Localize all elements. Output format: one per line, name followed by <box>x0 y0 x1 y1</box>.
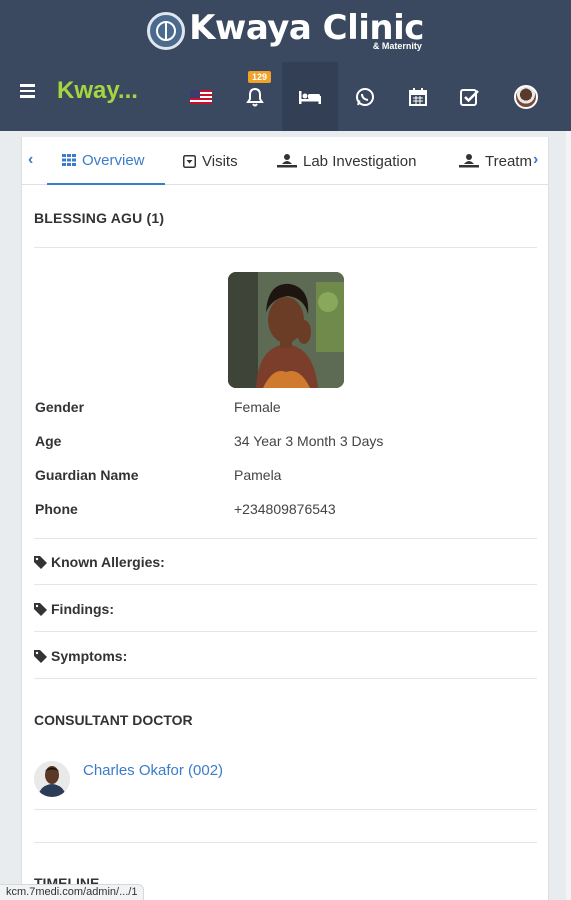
tag-icon <box>34 555 47 569</box>
link-status-bar: kcm.7medi.com/admin/.../1 <box>0 884 145 900</box>
findings-section: Findings: <box>34 601 114 617</box>
divider <box>34 842 537 843</box>
age-value: 34 Year 3 Month 3 Days <box>234 433 384 449</box>
logo-title: Kwaya Clinic <box>189 8 424 48</box>
tab-visits-label: Visits <box>202 152 238 170</box>
hamburger-icon[interactable] <box>20 84 35 98</box>
tab-lab-investigation-label: Lab Investigation <box>303 152 417 170</box>
tag-icon <box>34 649 47 663</box>
symptoms-section: Symptoms: <box>34 648 127 664</box>
calendar-icon <box>409 87 427 106</box>
bell-icon <box>246 87 264 106</box>
age-label: Age <box>35 433 62 449</box>
tag-icon <box>34 602 47 616</box>
logo-subtitle: & Maternity <box>372 41 422 51</box>
known-allergies-section: Known Allergies: <box>34 554 165 570</box>
admissions-button[interactable] <box>282 62 338 131</box>
divider <box>34 538 537 539</box>
clinic-emblem-icon <box>147 12 186 50</box>
user-avatar <box>514 84 538 109</box>
divider <box>34 247 537 248</box>
clinic-logo[interactable]: Kwaya Clinic & Maternity <box>0 0 571 62</box>
divider <box>34 631 537 632</box>
calendar-button[interactable] <box>390 62 446 131</box>
symptoms-label: Symptoms: <box>51 648 128 664</box>
microscope-icon <box>277 154 297 168</box>
tab-scroll-right-icon[interactable]: › <box>533 151 538 169</box>
guardian-name-label: Guardian Name <box>35 467 139 483</box>
patient-profile-card: ‹ Overview Visits Lab Investigation Trea… <box>21 137 549 900</box>
bed-icon <box>299 90 321 104</box>
doctor-name-link[interactable]: Charles Okafor (002) <box>83 762 223 779</box>
known-allergies-label: Known Allergies: <box>51 554 165 570</box>
divider <box>34 584 537 585</box>
tab-lab-investigation[interactable]: Lab Investigation <box>277 137 416 185</box>
grid-icon <box>62 154 76 166</box>
divider <box>34 678 537 679</box>
consultant-doctor-title: CONSULTANT DOCTOR <box>34 712 193 728</box>
guardian-name-value: Pamela <box>234 467 282 483</box>
tasks-button[interactable] <box>442 62 498 131</box>
caret-square-icon <box>183 154 196 168</box>
divider <box>34 809 537 810</box>
tab-visits[interactable]: Visits <box>183 137 238 185</box>
whatsapp-button[interactable] <box>337 62 393 131</box>
phone-label: Phone <box>35 501 78 517</box>
profile-tabs: ‹ Overview Visits Lab Investigation Trea… <box>22 137 548 185</box>
tab-treatment[interactable]: Treatm <box>459 137 533 185</box>
us-flag-icon <box>190 89 212 104</box>
notifications-button[interactable]: 129 <box>227 62 283 131</box>
user-menu[interactable] <box>498 62 554 131</box>
whatsapp-icon <box>356 87 374 106</box>
patient-photo <box>228 272 344 388</box>
phone-value: +234809876543 <box>234 501 336 517</box>
doctor-avatar <box>34 761 70 797</box>
gender-value: Female <box>234 399 281 415</box>
check-square-icon <box>460 88 479 106</box>
notification-count-badge: 129 <box>248 71 272 83</box>
gender-label: Gender <box>35 399 85 415</box>
patient-name: BLESSING AGU (1) <box>34 210 165 226</box>
bed-icon <box>459 154 479 168</box>
page-scrollbar[interactable] <box>566 131 571 900</box>
tab-overview[interactable]: Overview <box>47 137 165 185</box>
tab-overview-label: Overview <box>82 151 145 169</box>
brand-name[interactable]: Kway... <box>57 77 138 105</box>
tab-scroll-left-icon[interactable]: ‹ <box>28 151 33 169</box>
language-selector[interactable] <box>173 62 229 131</box>
findings-label: Findings: <box>51 601 114 617</box>
top-navigation-bar: Kwaya Clinic & Maternity Kway... 129 <box>0 0 571 131</box>
tab-treatment-label: Treatm <box>485 152 532 170</box>
